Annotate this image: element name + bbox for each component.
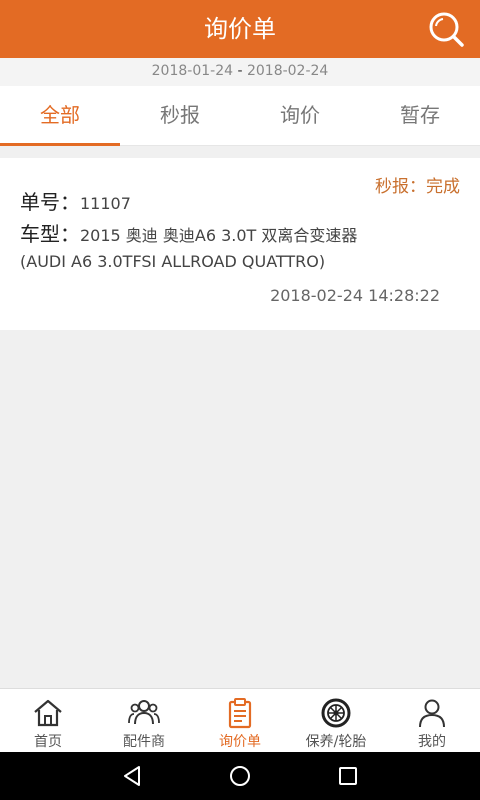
date-separator: -	[233, 63, 247, 79]
nav-maintenance[interactable]: 保养/轮胎	[288, 689, 384, 752]
car-model: 2015 奥迪 奥迪A6 3.0T 双离合变速器	[80, 226, 358, 245]
search-icon[interactable]	[426, 9, 466, 49]
filter-tabs: 全部 秒报 询价 暂存	[0, 86, 480, 146]
home-icon	[34, 699, 62, 727]
users-icon	[128, 700, 160, 725]
tab-all[interactable]: 全部	[0, 86, 120, 146]
tab-quick-quote[interactable]: 秒报	[120, 86, 240, 145]
nav-inquiry-label: 询价单	[219, 734, 261, 750]
nav-profile-label: 我的	[418, 734, 446, 750]
nav-home-label: 首页	[34, 734, 62, 750]
car-model-detail: (AUDI A6 3.0TFSI ALLROAD QUATTRO)	[20, 252, 326, 271]
order-timestamp: 2018-02-24 14:28:22	[270, 286, 440, 305]
nav-home[interactable]: 首页	[0, 689, 96, 752]
date-start: 2018-01-24	[151, 63, 234, 79]
status-badge: 秒报：完成	[375, 177, 460, 197]
order-number: 11107	[80, 194, 131, 213]
car-model-label: 车型：	[20, 222, 80, 246]
car-model-row: 车型：2015 奥迪 奥迪A6 3.0T 双离合变速器	[20, 218, 357, 247]
nav-profile[interactable]: 我的	[384, 689, 480, 752]
date-range-filter[interactable]: 2018-01-24 - 2018-02-24	[0, 58, 480, 86]
app-header: 询价单	[0, 0, 480, 58]
order-card[interactable]: 秒报：完成 单号：11107 车型：2015 奥迪 奥迪A6 3.0T 双离合变…	[0, 158, 480, 330]
tire-icon	[321, 698, 351, 728]
order-number-label: 单号：	[20, 190, 80, 214]
tab-draft[interactable]: 暂存	[360, 86, 480, 145]
back-icon[interactable]	[120, 764, 144, 788]
nav-maintenance-label: 保养/轮胎	[305, 734, 367, 750]
clipboard-icon	[228, 698, 252, 729]
order-number-row: 单号：11107	[20, 186, 131, 215]
system-nav-bar	[0, 752, 480, 800]
bottom-nav: 首页 配件商 询价单 保养/轮胎 我的	[0, 688, 480, 752]
date-end: 2018-02-24	[246, 63, 329, 79]
nav-inquiry[interactable]: 询价单	[192, 689, 288, 752]
user-icon	[419, 699, 445, 728]
nav-suppliers-label: 配件商	[123, 734, 165, 750]
nav-suppliers[interactable]: 配件商	[96, 689, 192, 752]
tab-inquiry[interactable]: 询价	[240, 86, 360, 145]
home-circle-icon[interactable]	[228, 764, 252, 788]
recents-icon[interactable]	[336, 764, 360, 788]
page-title: 询价单	[204, 15, 276, 43]
